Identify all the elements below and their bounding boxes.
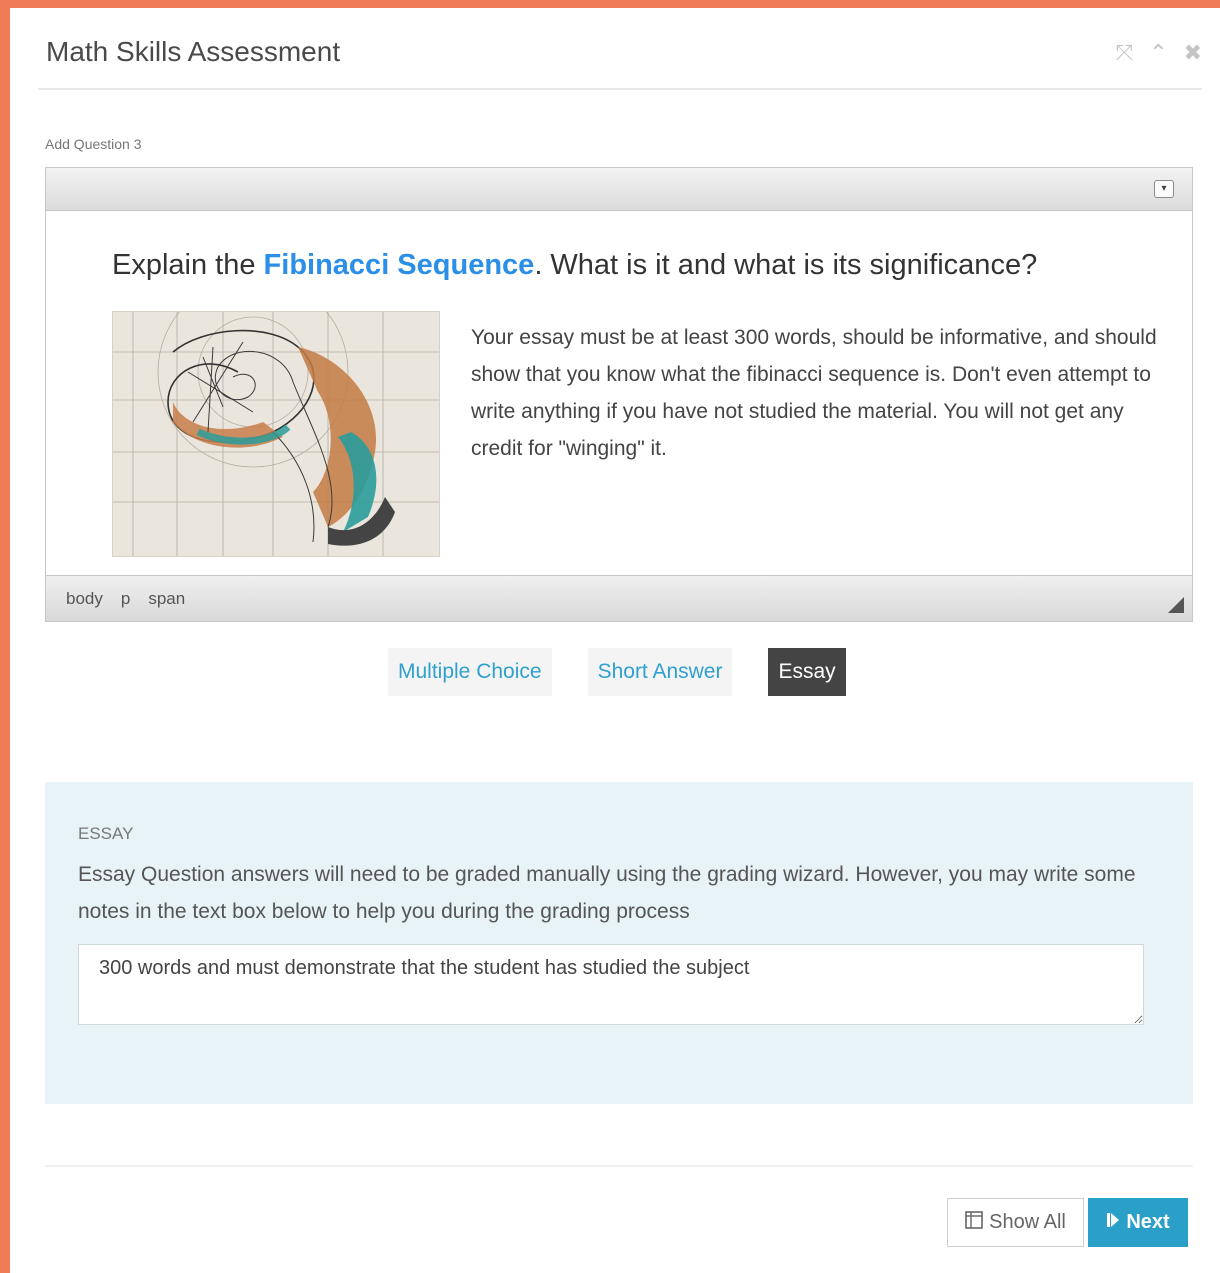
- editor-toolbar: ▾: [46, 168, 1192, 211]
- assessment-window: Math Skills Assessment ⤧ ⌃ ✖ Add Questio…: [10, 8, 1220, 1273]
- path-span[interactable]: span: [148, 589, 185, 609]
- essay-button[interactable]: Essay: [768, 648, 846, 696]
- add-question-label: Add Question 3: [45, 136, 142, 152]
- essay-panel: ESSAY Essay Question answers will need t…: [45, 782, 1193, 1104]
- grading-notes-input[interactable]: [78, 944, 1144, 1025]
- essay-description: Essay Question answers will need to be g…: [78, 863, 1136, 923]
- essay-label: ESSAY: [78, 824, 134, 843]
- nautilus-spiral-drawing: [113, 276, 439, 556]
- resize-grip-icon[interactable]: [1168, 597, 1184, 613]
- question-type-selector: Multiple Choice Short Answer Essay: [388, 648, 846, 696]
- show-all-label: Show All: [989, 1211, 1066, 1233]
- collapse-icon[interactable]: ⌃: [1149, 42, 1167, 64]
- next-button[interactable]: Next: [1088, 1198, 1188, 1247]
- path-body[interactable]: body: [66, 589, 103, 609]
- columns-icon: [965, 1210, 983, 1235]
- next-label: Next: [1126, 1211, 1170, 1233]
- expand-icon[interactable]: ⤧: [1116, 42, 1134, 64]
- close-icon[interactable]: ✖: [1184, 42, 1202, 64]
- heading-text-post: . What is it and what is its significanc…: [534, 249, 1038, 281]
- editor-statusbar: body p span: [46, 575, 1192, 621]
- toolbar-toggle-icon[interactable]: ▾: [1154, 180, 1174, 198]
- path-p[interactable]: p: [121, 589, 130, 609]
- multiple-choice-button[interactable]: Multiple Choice: [388, 648, 552, 696]
- footer-divider: [45, 1165, 1193, 1167]
- short-answer-button[interactable]: Short Answer: [587, 648, 733, 696]
- element-path: body p span: [66, 589, 185, 609]
- heading-highlight: Fibinacci Sequence: [263, 249, 535, 281]
- window-controls: ⤧ ⌃ ✖: [1116, 42, 1202, 64]
- question-editor[interactable]: ▾ Explain the Fibinacci Sequence. What i…: [45, 167, 1193, 622]
- window-title: Math Skills Assessment: [46, 36, 341, 67]
- nautilus-spiral-image: [112, 276, 440, 557]
- heading-text-pre: Explain the: [112, 249, 264, 281]
- question-body-text: Your essay must be at least 300 words, s…: [471, 326, 1157, 460]
- title-divider: [38, 88, 1202, 90]
- question-heading: Explain the Fibinacci Sequence. What is …: [112, 249, 1037, 282]
- step-forward-icon: [1106, 1211, 1120, 1234]
- editor-content[interactable]: Explain the Fibinacci Sequence. What is …: [46, 211, 1192, 577]
- show-all-button[interactable]: Show All: [947, 1198, 1084, 1247]
